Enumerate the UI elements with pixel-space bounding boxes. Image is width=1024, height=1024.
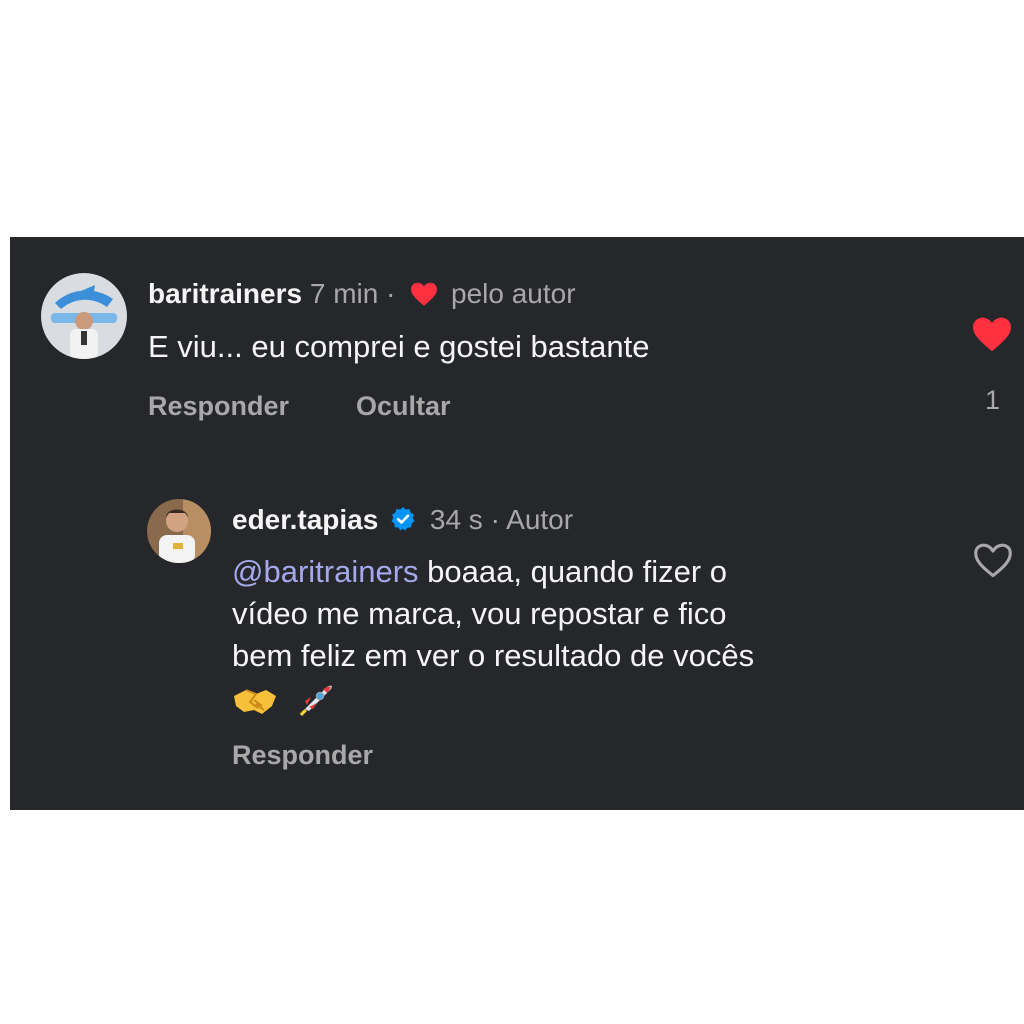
replier-username[interactable]: eder.tapias xyxy=(232,504,378,535)
rocket-emoji xyxy=(293,679,335,732)
like-count: 1 xyxy=(985,385,1001,415)
heart-filled-icon xyxy=(973,317,1011,352)
reply-button[interactable]: Responder xyxy=(232,740,373,771)
commenter-avatar[interactable] xyxy=(41,273,127,359)
like-button[interactable] xyxy=(972,541,1014,584)
reply-text-line-1: @baritrainers boaaa, quando fizer o xyxy=(232,551,754,593)
comment-header: baritrainers 7 min · pelo autor xyxy=(148,278,576,314)
handshake-emoji xyxy=(232,682,278,729)
heart-outline-icon xyxy=(974,543,1012,578)
author-badge: Autor xyxy=(506,504,574,535)
reply-button[interactable]: Responder xyxy=(148,391,289,422)
comment-text: E viu... eu comprei e gostei bastante xyxy=(148,329,650,364)
comments-panel: baritrainers 7 min · pelo autor E viu...… xyxy=(10,237,1024,810)
liked-by-author-label: pelo autor xyxy=(451,278,576,309)
comment-time: 7 min xyxy=(309,278,379,309)
separator-dot: · xyxy=(386,278,396,309)
hide-button[interactable]: Ocultar xyxy=(356,391,451,422)
reply-time: 34 s xyxy=(429,504,483,535)
replier-avatar[interactable] xyxy=(147,499,211,563)
mention-link[interactable]: @baritrainers xyxy=(232,554,419,589)
separator-dot: · xyxy=(490,504,500,535)
reply-text-line-2: vídeo me marca, vou repostar e fico xyxy=(232,596,727,631)
reply-text-line-1-content: boaaa, quando fizer o xyxy=(418,554,728,589)
verified-badge-icon xyxy=(390,506,416,539)
reply-emojis xyxy=(232,679,754,732)
reply-text: @baritrainers boaaa, quando fizer o víde… xyxy=(232,551,754,732)
like-button[interactable] xyxy=(971,315,1013,358)
reply-text-line-3: bem feliz em ver o resultado de vocês xyxy=(232,638,755,673)
commenter-username[interactable]: baritrainers xyxy=(148,278,302,309)
heart-icon xyxy=(409,281,439,314)
reply-header: eder.tapias 34 s · Autor xyxy=(232,504,573,539)
